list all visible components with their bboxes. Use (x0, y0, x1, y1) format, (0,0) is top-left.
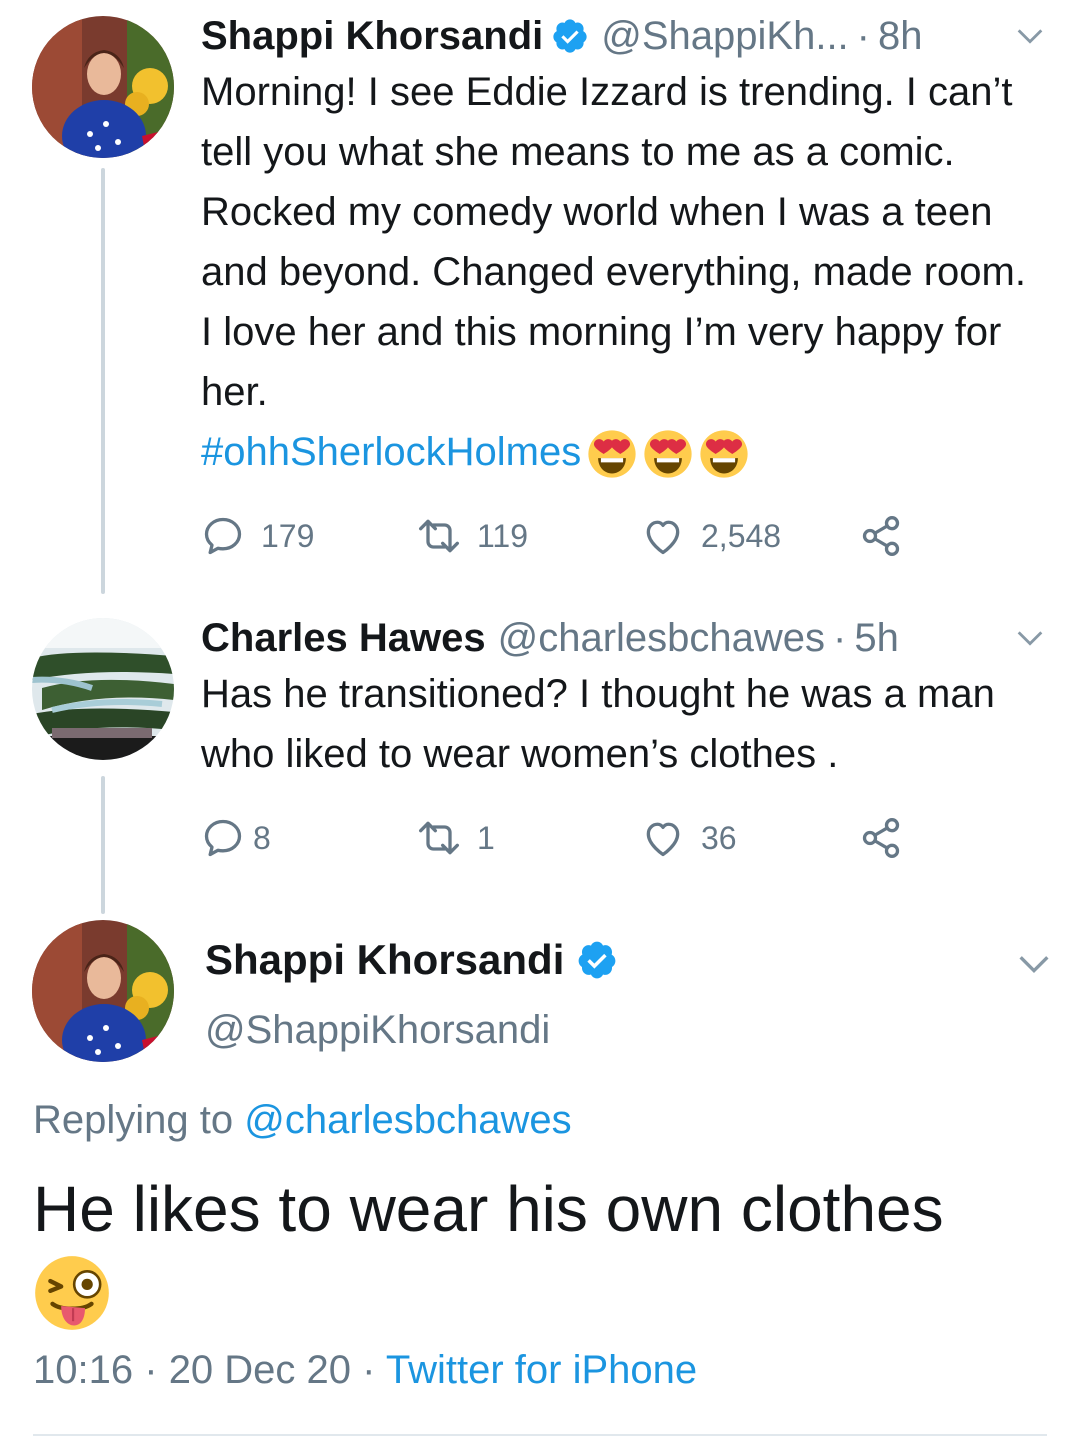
source-link[interactable]: Twitter for iPhone (386, 1348, 697, 1392)
share-button[interactable] (859, 816, 903, 860)
like-count: 36 (701, 819, 737, 856)
timestamp[interactable]: 5h (854, 614, 899, 662)
winking-tongue-emoji (33, 1254, 111, 1332)
retweet-icon (419, 519, 459, 553)
heart-eyes-emoji (587, 429, 637, 479)
replying-to-label: Replying to (33, 1098, 234, 1142)
replying-to: Replying to @charlesbchawes (33, 1098, 572, 1143)
focused-tweet-header: Shappi Khorsandi @ShappiKhorsandi (205, 934, 618, 1053)
verified-badge-icon (551, 17, 589, 55)
reply-icon (204, 819, 242, 857)
tweet-2[interactable]: Charles Hawes @charlesbchawes · 5h Has h… (201, 614, 1047, 784)
tweet-text-body: Has he transitioned? I thought he was a … (201, 672, 995, 776)
thread-line-1 (101, 168, 105, 594)
tweet-text: Has he transitioned? I thought he was a … (201, 664, 1047, 784)
avatar[interactable] (32, 618, 174, 760)
heart-eyes-emoji (643, 429, 693, 479)
display-name[interactable]: Charles Hawes (201, 614, 486, 662)
reply-button[interactable]: 179 (201, 514, 417, 558)
tweet-time[interactable]: 10:16 (33, 1348, 133, 1392)
heart-eyes-emoji (699, 429, 749, 479)
share-button[interactable] (859, 514, 903, 558)
retweet-button[interactable]: 119 (417, 514, 641, 558)
like-count: 2,548 (701, 517, 782, 554)
chevron-down-icon[interactable] (1013, 19, 1047, 53)
tweet-header: Charles Hawes @charlesbchawes · 5h (201, 614, 1047, 662)
reply-icon (204, 517, 242, 555)
chevron-down-icon[interactable] (1013, 621, 1047, 655)
separator-dot: · (362, 1348, 376, 1392)
mention-link[interactable]: @charlesbchawes (244, 1098, 571, 1142)
focused-tweet-text: He likes to wear his own clothes (33, 1173, 944, 1245)
verified-badge-icon (576, 939, 618, 981)
handle[interactable]: @ShappiKhorsandi (205, 1008, 618, 1053)
share-icon (862, 818, 900, 858)
timestamp[interactable]: 8h (878, 12, 923, 60)
retweet-count: 119 (477, 517, 529, 554)
tweet-1-actions: 179 119 2,548 (201, 514, 903, 558)
divider (33, 1434, 1047, 1436)
tweet-1[interactable]: Shappi Khorsandi @ShappiKh... · 8h Morni… (201, 12, 1047, 482)
reply-count: 8 (253, 819, 271, 856)
retweet-button[interactable]: 1 (417, 816, 641, 860)
reply-count: 179 (261, 517, 315, 554)
heart-icon (646, 520, 680, 555)
heart-icon (646, 822, 680, 857)
reply-button[interactable]: 8 (201, 816, 417, 860)
avatar[interactable] (32, 16, 174, 158)
tweet-text-body: Morning! I see Eddie Izzard is trending.… (201, 70, 1026, 414)
hashtag-link[interactable]: #ohhSherlockHolmes (201, 430, 581, 474)
display-name[interactable]: Shappi Khorsandi (205, 934, 564, 986)
retweet-icon (419, 821, 459, 855)
separator-dot: · (144, 1348, 158, 1392)
like-button[interactable]: 36 (641, 816, 859, 860)
tweet-2-actions: 8 1 36 (201, 816, 903, 860)
display-name[interactable]: Shappi Khorsandi (201, 12, 543, 60)
separator-dot: · (833, 616, 847, 660)
tweet-header: Shappi Khorsandi @ShappiKh... · 8h (201, 12, 1047, 60)
retweet-count: 1 (477, 819, 495, 856)
tweet-text: Morning! I see Eddie Izzard is trending.… (201, 62, 1047, 482)
chevron-down-icon[interactable] (1014, 944, 1054, 984)
focused-name-row: Shappi Khorsandi (205, 934, 618, 986)
thread-line-2 (101, 776, 105, 914)
like-button[interactable]: 2,548 (641, 514, 859, 558)
share-icon (862, 516, 900, 556)
handle[interactable]: @ShappiKh... (601, 12, 848, 60)
handle[interactable]: @charlesbchawes (498, 614, 825, 662)
separator-dot: · (856, 14, 870, 58)
tweet-date[interactable]: 20 Dec 20 (169, 1348, 351, 1392)
avatar[interactable] (32, 920, 174, 1062)
tweet-meta: 10:16 · 20 Dec 20 · Twitter for iPhone (33, 1348, 697, 1393)
